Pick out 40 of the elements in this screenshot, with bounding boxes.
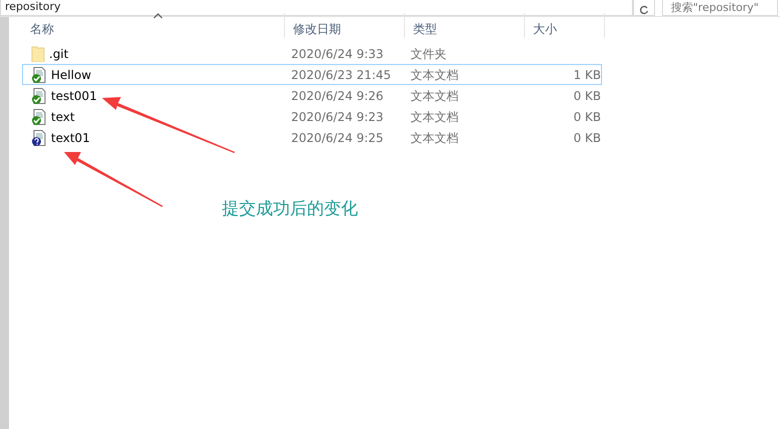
file-type: 文本文档 (410, 130, 459, 144)
file-row[interactable]: test001 2020/6/24 9:26 文本文档 0 KB (22, 85, 602, 106)
file-size: 0 KB (573, 130, 601, 144)
file-name: test001 (51, 88, 97, 104)
modified-date: 2020/6/24 9:25 (291, 130, 384, 144)
modified-date: 2020/6/24 9:33 (291, 46, 384, 60)
file-check-icon (31, 66, 47, 82)
folder-icon (31, 46, 45, 62)
file-name: text (51, 108, 75, 126)
file-type: 文本文档 (410, 110, 459, 124)
column-header[interactable]: 类型 (405, 13, 525, 38)
file-size: 1 KB (573, 68, 601, 82)
refresh-icon (639, 4, 649, 15)
file-row[interactable]: Hellow 2020/6/23 21:45 文本文档 1 KB (22, 64, 602, 85)
file-row[interactable]: .git 2020/6/24 9:33 文件夹 (22, 43, 602, 64)
column-header[interactable]: 修改日期 (285, 13, 405, 38)
file-type: 文件夹 (410, 46, 447, 60)
file-row[interactable]: text 2020/6/24 9:23 文本文档 0 KB (22, 106, 602, 127)
column-header[interactable]: 名称 (22, 13, 285, 38)
file-name: Hellow (51, 66, 92, 84)
address-field[interactable]: repository (0, 0, 633, 16)
file-row[interactable]: text01 2020/6/24 9:25 文本文档 0 KB (22, 127, 602, 148)
modified-date: 2020/6/24 9:23 (291, 110, 384, 124)
file-size: 0 KB (573, 88, 601, 102)
file-name: text01 (51, 130, 90, 146)
file-name: .git (49, 46, 68, 62)
search-field[interactable]: 搜索"repository" (662, 0, 778, 16)
column-header[interactable]: 大小 (525, 13, 605, 38)
sort-ascending-icon (153, 13, 163, 19)
file-question-icon (31, 130, 47, 146)
file-check-icon (31, 108, 47, 124)
modified-date: 2020/6/24 9:26 (291, 88, 384, 102)
file-size: 0 KB (573, 110, 601, 124)
file-type: 文本文档 (410, 88, 459, 102)
annotation-caption: 提交成功后的变化 (222, 198, 358, 221)
refresh-button[interactable] (633, 0, 655, 16)
file-check-icon (31, 88, 47, 104)
file-type: 文本文档 (410, 68, 459, 82)
scrollbar[interactable] (0, 17, 9, 429)
modified-date: 2020/6/23 21:45 (291, 68, 392, 82)
